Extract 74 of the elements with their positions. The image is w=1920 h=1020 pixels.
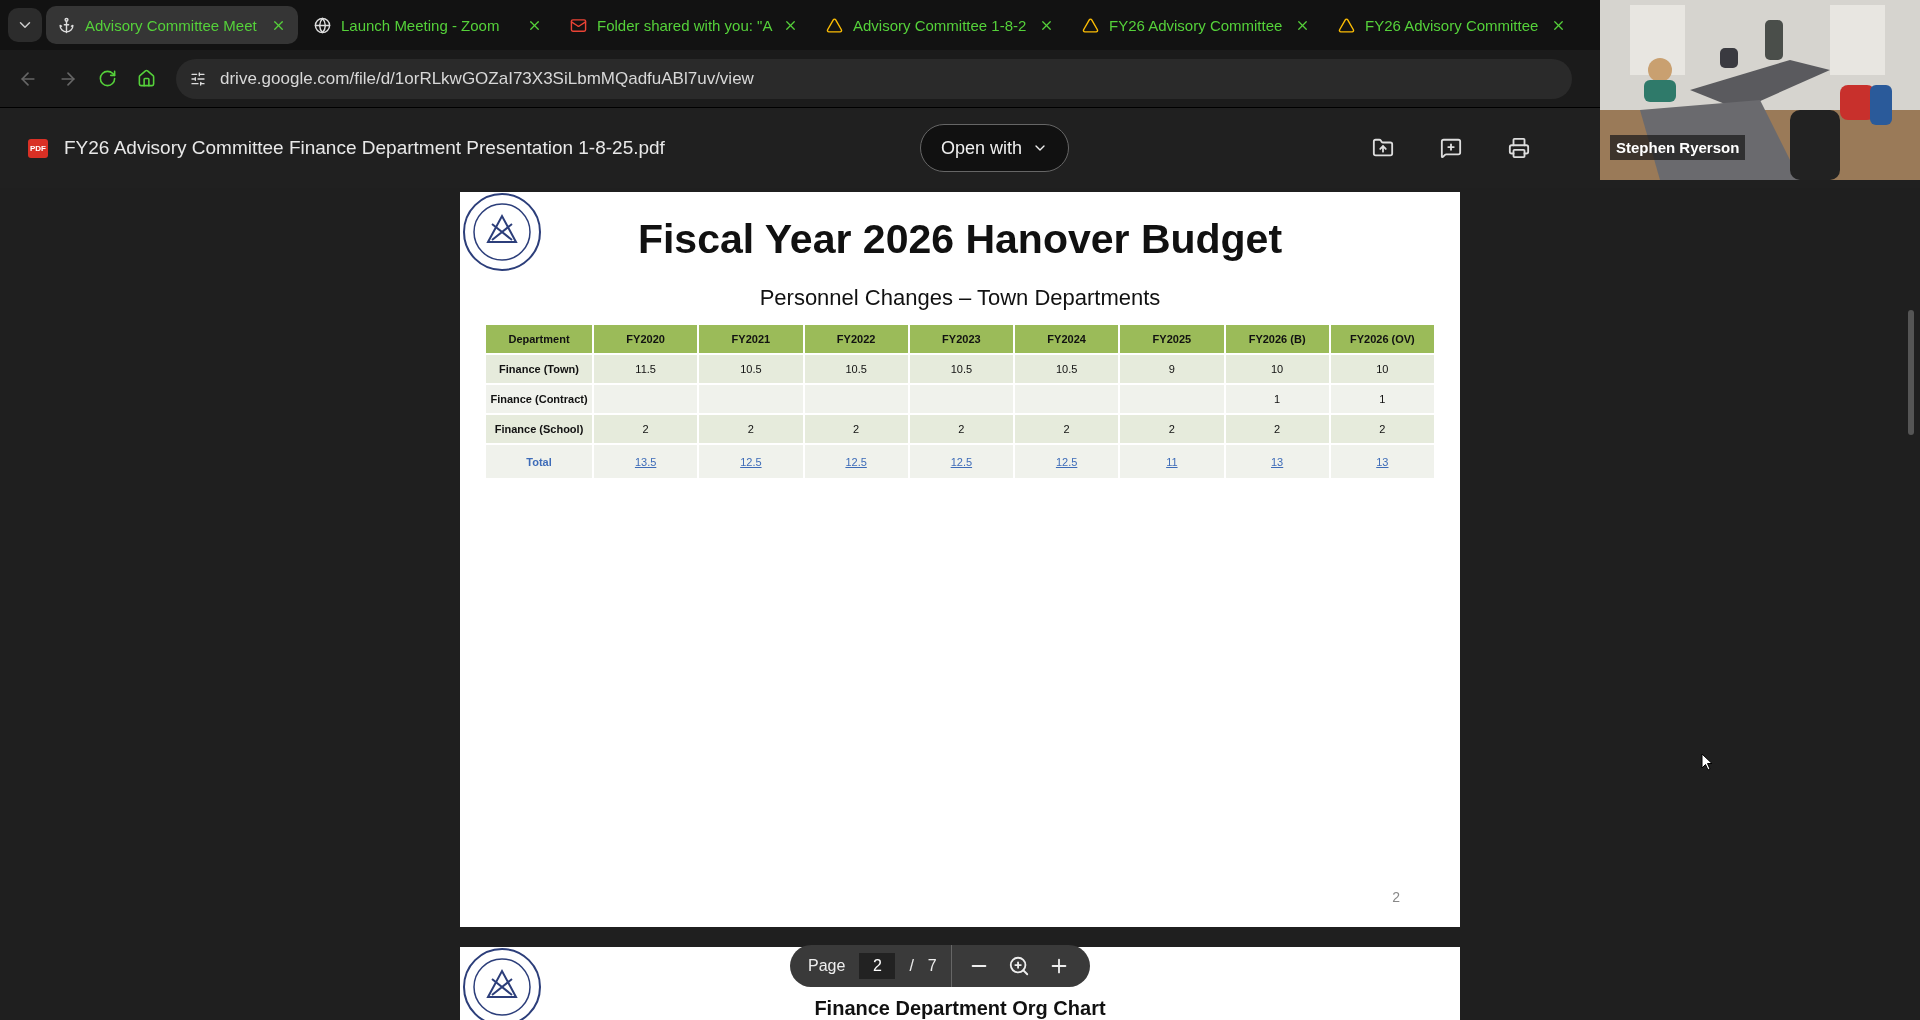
table-cell: 2: [804, 415, 908, 443]
table-cell: 10.5: [699, 355, 803, 383]
table-cell: 10.5: [804, 355, 908, 383]
tab-search-button[interactable]: [8, 8, 42, 42]
total-link[interactable]: 13.5: [634, 455, 657, 468]
page-separator: /: [909, 957, 914, 975]
table-cell: 2: [699, 415, 803, 443]
table-cell: Finance (Contract): [486, 385, 592, 413]
browser-tab[interactable]: Advisory Committee Meet: [46, 6, 298, 44]
table-cell: 1: [1225, 385, 1329, 413]
column-header: FY2023: [909, 325, 1013, 353]
column-header: FY2020: [594, 325, 698, 353]
table-cell: 2: [1225, 415, 1329, 443]
table-cell: Finance (Town): [486, 355, 592, 383]
table-cell: Finance (School): [486, 415, 592, 443]
total-label: Total: [526, 455, 552, 468]
column-header: FY2026 (OV): [1330, 325, 1434, 353]
table-cell: 2: [1330, 415, 1434, 443]
total-link[interactable]: 11: [1166, 455, 1178, 468]
table-cell: 10: [1225, 355, 1329, 383]
column-header: FY2026 (B): [1225, 325, 1329, 353]
total-link[interactable]: 12.5: [740, 455, 762, 468]
browser-tab[interactable]: Launch Meeting - Zoom: [302, 6, 554, 44]
table-cell: 10.5: [909, 355, 1013, 383]
column-header: FY2022: [804, 325, 908, 353]
page-number: 2: [1392, 889, 1400, 905]
browser-tab[interactable]: FY26 Advisory Committee: [1070, 6, 1322, 44]
page-count: 7: [927, 957, 937, 975]
table-cell: 10.5: [1015, 355, 1119, 383]
total-link[interactable]: 12.5: [845, 455, 867, 468]
browser-tab[interactable]: FY26 Advisory Committee: [1326, 6, 1578, 44]
column-header: FY2025: [1120, 325, 1224, 353]
table-cell: 2: [909, 415, 1013, 443]
scrollbar[interactable]: [1908, 310, 1914, 435]
column-header: FY2024: [1015, 325, 1119, 353]
total-link[interactable]: 12.5: [950, 455, 973, 468]
table-cell: 1: [1330, 385, 1434, 413]
url-text: drive.google.com/file/d/1orRLkwGOZaI73X3SiLbmMQadfuABl7uv/view: [220, 68, 754, 89]
page-number-field[interactable]: 2: [859, 953, 896, 979]
globe-icon: [314, 16, 331, 34]
column-header: FY2021: [699, 325, 803, 353]
table-cell: 2: [1120, 415, 1224, 443]
participant-name: Stephen Ryerson: [1610, 135, 1746, 160]
total-link[interactable]: 12.5: [1055, 455, 1078, 468]
page-label: Page: [808, 957, 846, 975]
pdf-file-icon: PDF: [28, 138, 48, 158]
address-bar[interactable]: drive.google.com/file/d/1orRLkwGOZaI73X3SiLbmMQadfuABl7uv/view: [176, 58, 1572, 99]
table-cell: 2: [1015, 415, 1119, 443]
table-cell: 11.5: [594, 355, 698, 383]
browser-tab[interactable]: Advisory Committee 1-8-2: [814, 6, 1066, 44]
browser-tab[interactable]: Folder shared with you: "A: [558, 6, 810, 44]
tab-title: FY26 Advisory Committee: [1109, 16, 1284, 34]
slide-title: Fiscal Year 2026 Hanover Budget: [637, 216, 1283, 263]
column-header: Department: [486, 325, 592, 353]
file-name: FY26 Advisory Committee Finance Department Presentation 1-8-25.pdf: [64, 137, 666, 159]
tab-title: Advisory Committee Meet: [85, 16, 258, 34]
site-settings-icon[interactable]: [190, 70, 206, 87]
tab-title: Folder shared with you: "A: [597, 16, 773, 34]
tab-title: Launch Meeting - Zoom: [341, 16, 501, 34]
mail-icon: [570, 16, 587, 34]
reload-icon[interactable]: [98, 69, 117, 88]
total-link[interactable]: 13: [1376, 455, 1389, 468]
table-cell: 9: [1120, 355, 1224, 383]
home-icon[interactable]: [137, 69, 156, 88]
table-cell: 2: [594, 415, 698, 443]
table-cell: 10: [1330, 355, 1434, 383]
open-with-button[interactable]: Open with: [920, 124, 1070, 172]
total-link[interactable]: 13: [1271, 455, 1284, 468]
anchor-icon: [58, 16, 75, 34]
cursor-icon: [1701, 753, 1713, 771]
slide-title: Finance Department Org Chart: [814, 997, 1106, 1020]
slide-subtitle: Personnel Changes – Town Departments: [759, 285, 1161, 311]
tab-title: Advisory Committee 1-8-2: [853, 16, 1028, 34]
tab-title: FY26 Advisory Committee: [1365, 16, 1540, 34]
